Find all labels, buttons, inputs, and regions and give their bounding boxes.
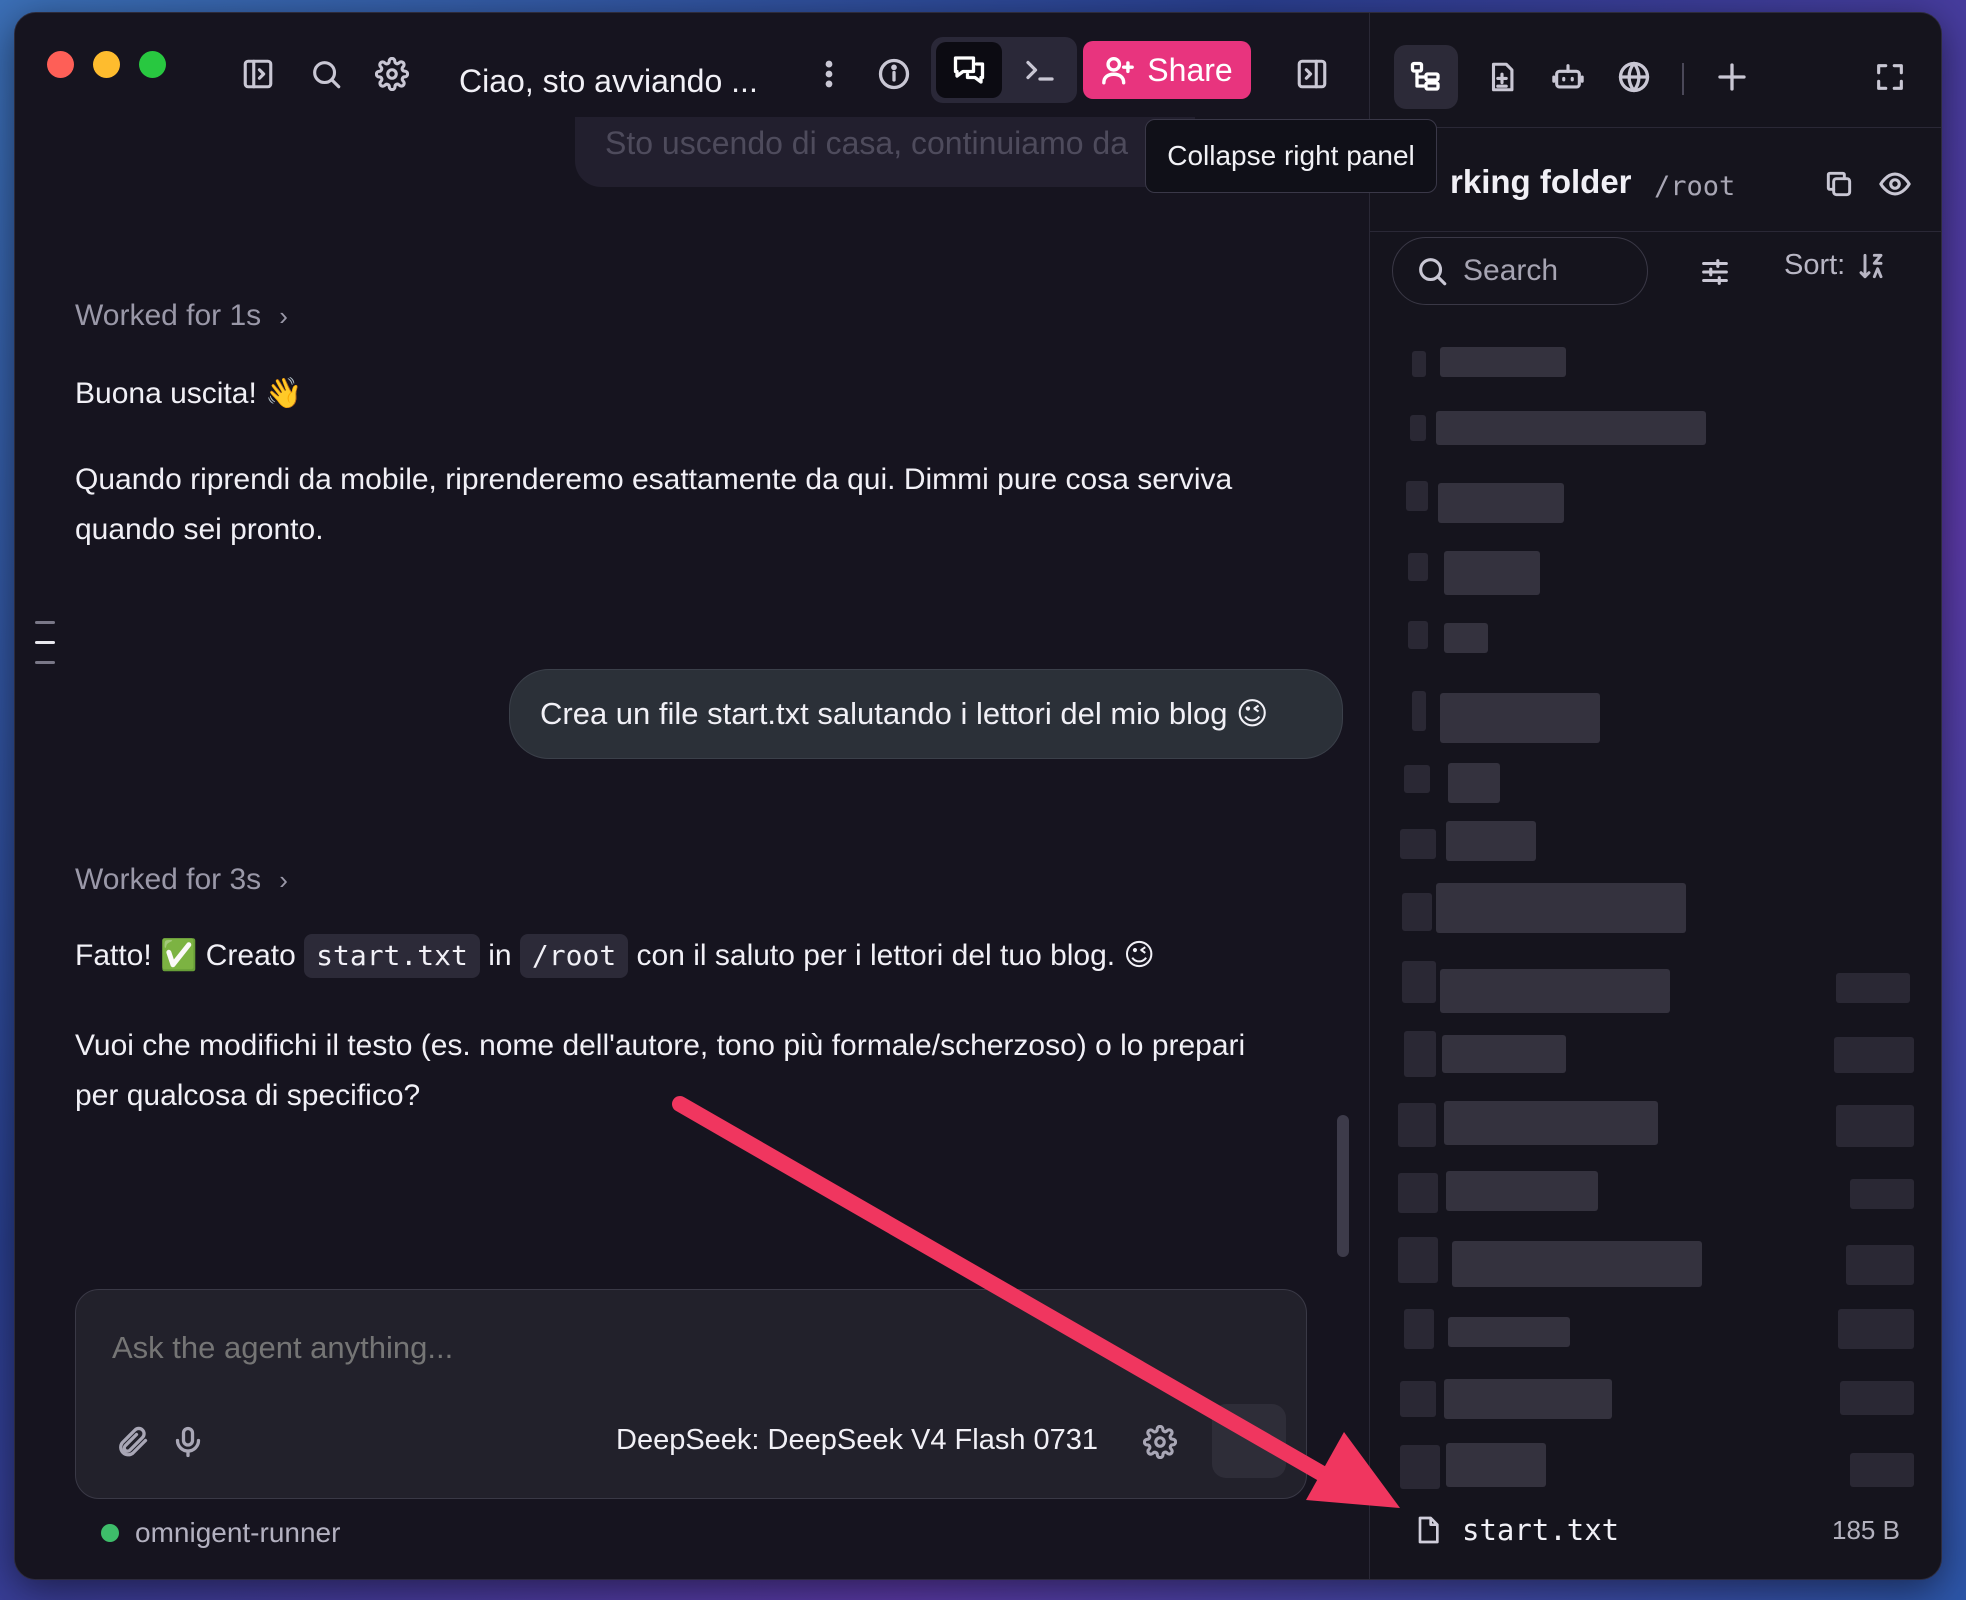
runner-status: omnigent-runner (101, 1517, 340, 1549)
eye-icon[interactable] (1870, 159, 1920, 209)
copy-icon[interactable] (1814, 159, 1864, 209)
assistant-text-part: con il saluto per i lettori del tuo blog… (636, 939, 1155, 972)
share-button[interactable]: Share (1083, 41, 1251, 99)
share-label: Share (1147, 51, 1233, 88)
filter-icon[interactable] (1690, 247, 1740, 297)
panel-path: /root (1654, 171, 1736, 202)
terminal-icon[interactable] (1015, 45, 1065, 95)
search-icon[interactable] (301, 49, 351, 99)
inline-code-file: start.txt (304, 934, 480, 978)
inline-code-path: /root (519, 934, 629, 978)
fullscreen-icon[interactable] (1864, 51, 1916, 103)
conversation-title[interactable]: Ciao, sto avviando ... (459, 63, 758, 100)
gear-icon[interactable] (367, 49, 417, 99)
minimize-window-button[interactable] (93, 51, 120, 78)
search-icon (1419, 258, 1447, 286)
close-window-button[interactable] (47, 51, 74, 78)
message-navigator[interactable] (35, 621, 55, 681)
search-placeholder: Search (1463, 254, 1559, 287)
file-tree-icon[interactable] (1400, 51, 1452, 103)
chat-icon[interactable] (944, 45, 994, 95)
chat-scrollbar[interactable] (1337, 1115, 1349, 1257)
toolbar-divider (1682, 63, 1684, 95)
new-file-icon[interactable] (1476, 51, 1528, 103)
file-item-start-txt[interactable]: start.txt 185 B (1412, 1513, 1912, 1547)
previous-user-message: Sto uscendo di casa, continuiamo da (575, 117, 1195, 187)
runner-name: omnigent-runner (135, 1517, 341, 1548)
send-button[interactable] (1212, 1404, 1286, 1478)
assistant-text: Buona uscita! 👋 (75, 377, 303, 410)
user-message-text: Crea un file start.txt salutando i letto… (540, 696, 1269, 731)
file-name: start.txt (1462, 1513, 1620, 1547)
add-user-icon (1102, 56, 1135, 85)
divider (1370, 231, 1941, 232)
user-message-bubble: Crea un file start.txt salutando i letto… (509, 669, 1343, 759)
files-panel: rking folder /root Search Sort: start.tx… (1369, 13, 1941, 1579)
file-size: 185 B (1832, 1514, 1900, 1545)
composer: DeepSeek: DeepSeek V4 Flash 0731 (75, 1289, 1307, 1499)
chat-panel: Ciao, sto avviando ... Share Sto uscendo… (15, 13, 1369, 1579)
app-window: Ciao, sto avviando ... Share Sto uscendo… (14, 12, 1942, 1580)
divider (1370, 127, 1941, 128)
sort-button[interactable]: Sort: (1784, 249, 1889, 282)
worked-label: Worked for 1s (75, 299, 262, 332)
sort-az-icon (1859, 253, 1883, 278)
message-input[interactable] (112, 1330, 1212, 1366)
assistant-text-part: Fatto! ✅ Creato (75, 939, 296, 972)
attach-icon[interactable] (104, 1414, 160, 1470)
status-dot (101, 1524, 119, 1542)
chevron-right-icon: › (279, 300, 288, 331)
panel-title: rking folder (1450, 163, 1632, 200)
more-vertical-icon[interactable] (809, 49, 849, 99)
assistant-text-part: in (488, 939, 512, 972)
robot-icon[interactable] (1542, 51, 1594, 103)
sort-label: Sort: (1784, 249, 1846, 281)
globe-icon[interactable] (1608, 51, 1660, 103)
assistant-text: Fatto! ✅ Creato start.txt in /root con i… (75, 931, 1275, 981)
sidebar-icon[interactable] (233, 49, 283, 99)
assistant-text: Vuoi che modifichi il testo (es. nome de… (75, 1029, 1246, 1112)
worked-toggle[interactable]: Worked for 3s › (75, 863, 288, 897)
model-selector[interactable]: DeepSeek: DeepSeek V4 Flash 0731 (616, 1424, 1098, 1457)
plus-icon[interactable] (1706, 51, 1758, 103)
tooltip: Collapse right panel (1145, 119, 1437, 193)
maximize-window-button[interactable] (139, 51, 166, 78)
worked-toggle[interactable]: Worked for 1s › (75, 299, 288, 333)
gear-icon[interactable] (1132, 1414, 1188, 1470)
assistant-text: Quando riprendi da mobile, riprenderemo … (75, 463, 1233, 546)
file-icon (1418, 1516, 1439, 1544)
file-search-input[interactable]: Search (1392, 237, 1648, 305)
info-icon[interactable] (869, 49, 919, 99)
microphone-icon[interactable] (160, 1414, 216, 1470)
worked-label: Worked for 3s (75, 863, 262, 896)
collapse-panel-icon[interactable] (1287, 49, 1337, 99)
chevron-right-icon: › (279, 864, 288, 895)
titlebar: Ciao, sto avviando ... Share (15, 13, 1369, 131)
